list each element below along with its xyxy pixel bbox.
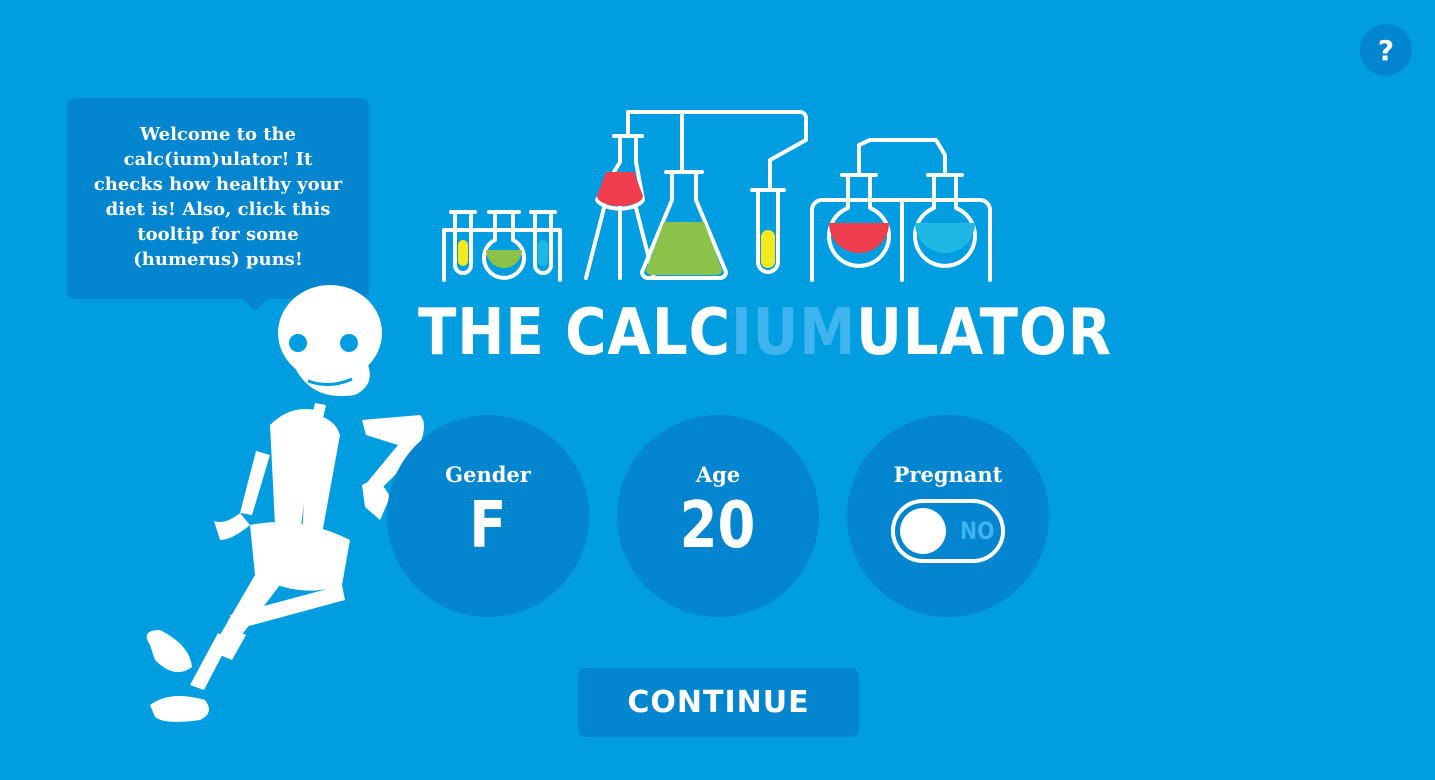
pregnant-selector: Pregnant NO (847, 415, 1049, 617)
gender-value[interactable]: F (469, 491, 506, 561)
toggle-state-label: NO (960, 517, 995, 545)
continue-button[interactable]: CONTINUE (578, 668, 859, 737)
lab-equipment-illustration (442, 110, 992, 282)
app-title: THE CALCIUMULATOR (418, 300, 1111, 366)
gender-label: Gender (445, 462, 531, 487)
toggle-knob (900, 508, 946, 554)
title-highlight: IUM (730, 296, 857, 370)
tooltip-text: Welcome to the calc(ium)ulator! It check… (93, 124, 343, 270)
gender-selector[interactable]: Gender F (387, 415, 589, 617)
age-label: Age (695, 462, 741, 487)
title-part-1: THE CALC (418, 296, 731, 370)
pregnant-toggle[interactable]: NO (891, 499, 1005, 563)
pregnant-label: Pregnant (893, 462, 1003, 487)
title-part-2: ULATOR (856, 296, 1112, 370)
skeleton-mascot (146, 285, 424, 722)
help-button[interactable]: ? (1360, 24, 1412, 76)
age-value[interactable]: 20 (680, 491, 756, 561)
age-selector[interactable]: Age 20 (617, 415, 819, 617)
welcome-tooltip[interactable]: Welcome to the calc(ium)ulator! It check… (67, 98, 369, 311)
